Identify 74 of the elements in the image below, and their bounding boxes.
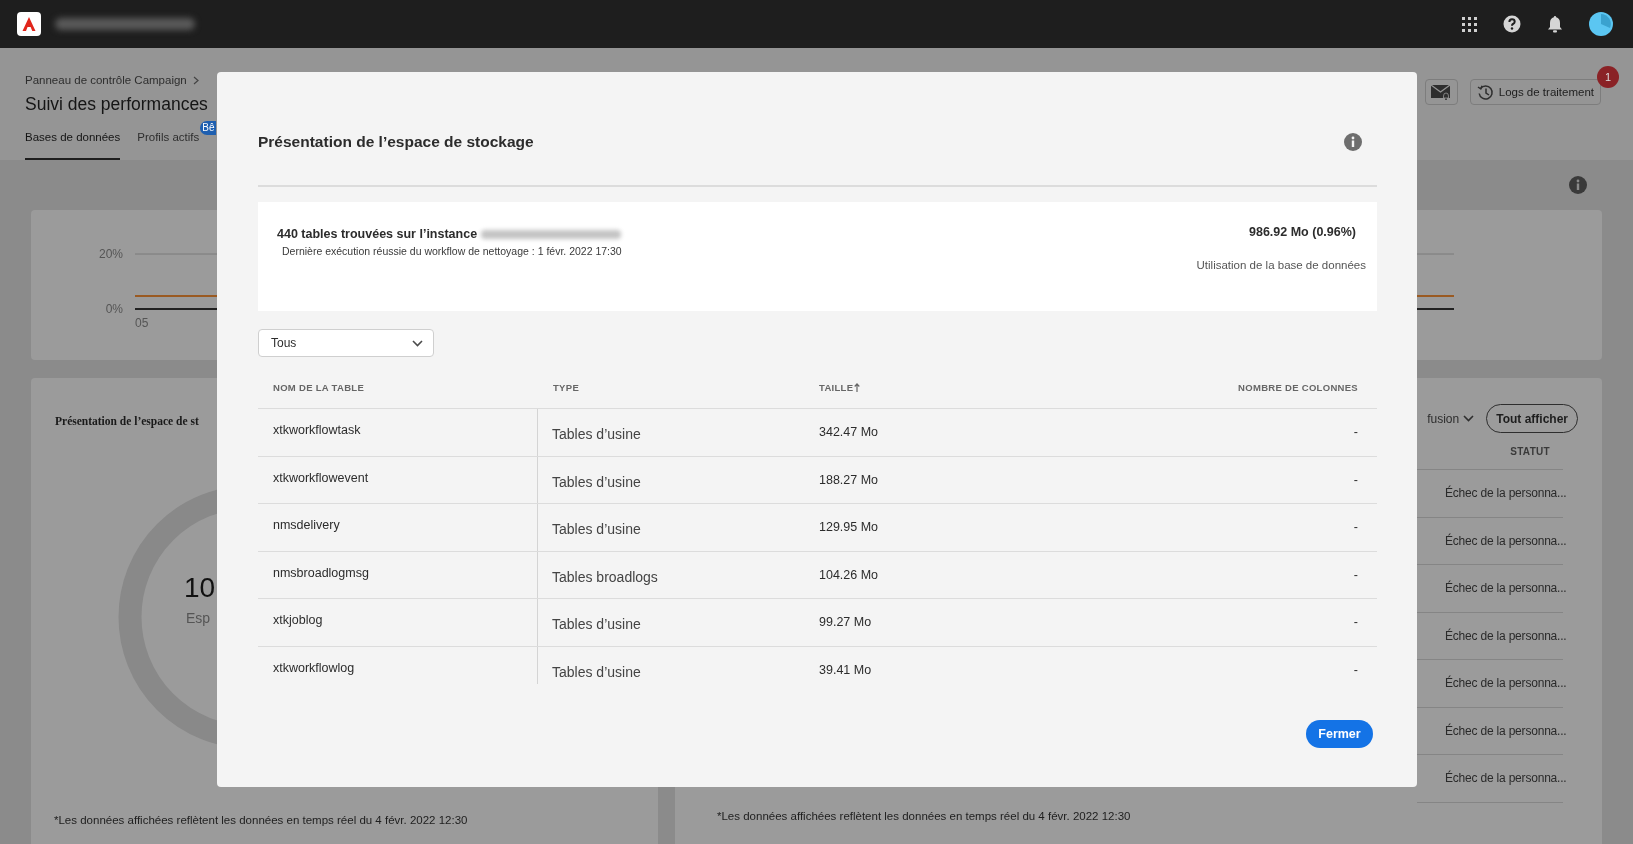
table-cell: Tables d’usine — [537, 456, 805, 503]
status-text: Échec de la personna... — [1445, 628, 1567, 643]
table-cell-text: xtkworkflowtask — [272, 422, 362, 440]
history-icon — [1476, 83, 1494, 101]
table-cell-text: xtkjoblog — [272, 612, 324, 630]
size-label: Utilisation de la base de données — [1196, 259, 1366, 271]
tables-count: 440 tables trouvées sur l’instance — [277, 226, 478, 243]
status-text: Échec de la personna... — [1445, 581, 1567, 596]
table-cell-text: - — [1352, 471, 1359, 489]
column-header[interactable]: NOMBRE DE COLONNES — [1238, 381, 1358, 393]
close-button[interactable]: Fermer — [1306, 720, 1373, 748]
table-cell-text: 39.41 Mo — [818, 661, 873, 679]
table-cell: Tables d’usine — [537, 646, 805, 684]
table-cell-text: - — [1352, 566, 1359, 584]
axis-label: 20% — [98, 247, 123, 261]
status-text: Échec de la personna... — [1445, 486, 1567, 501]
chevron-down-icon — [412, 339, 423, 347]
page-title: Suivi des performances — [25, 93, 209, 116]
status-text: Échec de la personna... — [1445, 676, 1567, 691]
logo-icon[interactable] — [17, 12, 41, 36]
notification-badge: 1 — [1597, 66, 1619, 88]
table-cell-text: nmsdelivery — [272, 517, 341, 535]
donut-value: 10 — [184, 572, 216, 603]
bell-icon[interactable] — [1547, 15, 1563, 33]
help-icon[interactable] — [1503, 15, 1521, 33]
table-cell-text: 188.27 Mo — [818, 471, 880, 489]
table-cell-text: - — [1352, 519, 1359, 537]
sort-arrow-icon — [854, 382, 861, 392]
table-cell-text: nmsbroadlogmsg — [272, 564, 370, 582]
footnote: *Les données affichées reflètent les données en temps réel du 4 févr. 2022 12:30 — [716, 810, 1132, 824]
column-header[interactable]: TYPE — [553, 381, 579, 393]
type-dropdown[interactable]: Tous — [258, 329, 434, 357]
status-text: Échec de la personna... — [1445, 723, 1567, 738]
table-cell-text: - — [1352, 661, 1359, 679]
column-header[interactable]: TAILLE — [819, 381, 861, 393]
table-cell-text: - — [1352, 614, 1359, 632]
column-header[interactable]: NOM DE LA TABLE — [273, 381, 365, 393]
breadcrumb-link[interactable]: Panneau de contrôle Campaign — [25, 74, 187, 86]
avatar-icon[interactable] — [1589, 12, 1613, 36]
column-header: STATUT — [1510, 445, 1550, 457]
status-text: Échec de la personna... — [1445, 533, 1567, 548]
donut-caption: Esp — [186, 610, 211, 626]
table-cell: Tables d’usine — [537, 409, 805, 456]
chart-line — [1417, 295, 1455, 297]
table-cell-text: - — [1352, 424, 1359, 442]
table-cell-text: 99.27 Mo — [818, 614, 873, 632]
card-title: Présentation de l’espace de st — [55, 414, 199, 429]
envelope-bell-icon — [1431, 84, 1452, 100]
footnote: *Les données affichées reflètent les données en temps réel du 4 févr. 2022 12:30 — [53, 814, 469, 828]
table-cell: Tables d’usine — [537, 599, 805, 646]
storage-size: 986.92 Mo (0.96%) — [1249, 224, 1356, 240]
apps-grid-icon[interactable] — [1462, 16, 1477, 32]
chevron-down-icon[interactable] — [1463, 415, 1475, 422]
table-cell-text: 104.26 Mo — [818, 566, 880, 584]
chevron-right-icon — [192, 75, 199, 85]
tab[interactable]: Profils actifs — [137, 125, 200, 160]
cleanup-info: Dernière exécution réussie du workflow de nettoyage : 1 févr. 2022 17:30 — [282, 245, 622, 257]
table-cell-text: 129.95 Mo — [818, 519, 880, 537]
table-cell: Tables d’usine — [537, 504, 805, 551]
mail-button[interactable] — [1424, 79, 1458, 105]
table-cell-text: xtkworkflowevent — [272, 469, 370, 487]
dialog-title: Présentation de l’espace de stockage — [258, 132, 534, 152]
axis-line — [1417, 308, 1455, 310]
info-icon[interactable] — [1569, 176, 1587, 194]
table-cell: Tables broadlogs — [537, 551, 805, 598]
axis-label: 05 — [135, 316, 149, 330]
table-cell-text: 342.47 Mo — [818, 424, 880, 442]
beta-badge: Bê — [200, 121, 216, 135]
table-cell-text: xtkworkflowlog — [272, 659, 356, 677]
status-text: Échec de la personna... — [1445, 771, 1567, 786]
axis-label: 0% — [105, 302, 123, 316]
info-icon[interactable] — [1344, 133, 1362, 151]
filter-dropdown[interactable]: fusion — [1427, 411, 1460, 426]
logs-button[interactable]: Logs de traitement — [1469, 79, 1601, 105]
